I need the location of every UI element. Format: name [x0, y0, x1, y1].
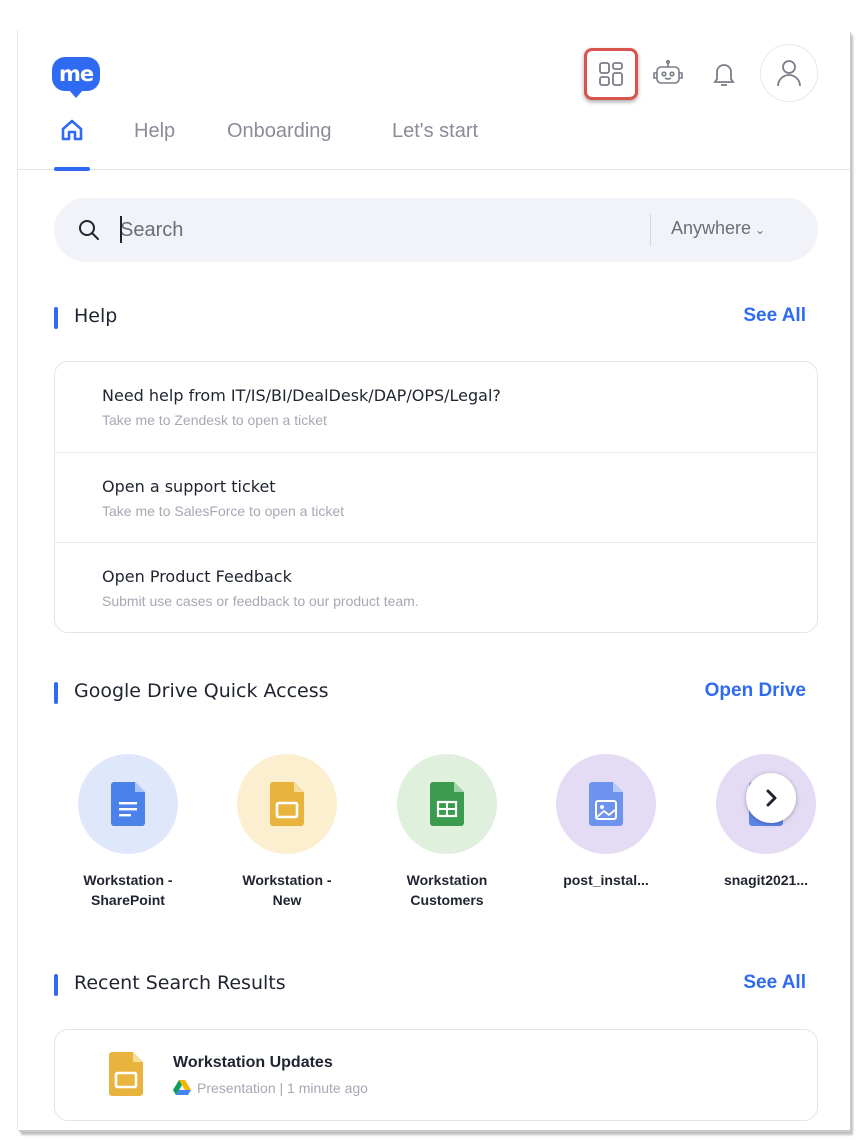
bot-icon [653, 59, 683, 84]
drive-next-button[interactable] [746, 773, 796, 823]
drive-item[interactable]: Workstation - SharePoint [68, 754, 188, 914]
apps-grid-icon [599, 62, 623, 86]
help-item-subtitle: Take me to SalesForce to open a ticket [102, 503, 345, 519]
help-see-all-link[interactable]: See All [743, 305, 806, 327]
slides-icon [109, 1052, 143, 1096]
section-accent-bar [54, 682, 58, 704]
drive-item-name: snagit2021... [723, 872, 809, 888]
recent-see-all-link[interactable]: See All [743, 972, 806, 994]
tab-onboarding[interactable]: Onboarding [227, 120, 332, 143]
help-card: Need help from IT/IS/BI/DealDesk/DAP/OPS… [54, 361, 818, 633]
help-item-product-feedback[interactable]: Open Product Feedback Submit use cases o… [55, 542, 817, 632]
app-panel: me Help Onboarding Let's start Search An… [18, 30, 850, 1130]
drive-item-thumb [237, 754, 337, 854]
help-item-support-ticket[interactable]: Open a support ticket Take me to SalesFo… [55, 452, 817, 542]
section-accent-bar [54, 974, 58, 996]
drive-section-header: Google Drive Quick Access Open Drive [54, 680, 818, 708]
help-section-header: Help See All [54, 305, 818, 333]
bot-button[interactable] [640, 46, 696, 102]
help-item-it-request[interactable]: Need help from IT/IS/BI/DealDesk/DAP/OPS… [55, 362, 817, 452]
recent-result-item[interactable]: Workstation Updates Presentation | 1 min… [54, 1029, 818, 1121]
search-scope-dropdown[interactable]: Anywhere ⌄ [671, 218, 765, 239]
apps-grid-button[interactable] [584, 48, 638, 100]
drive-item[interactable]: Workstation Customers [387, 754, 507, 914]
search-divider [650, 214, 651, 246]
google-drive-icon [173, 1080, 191, 1095]
open-drive-link[interactable]: Open Drive [705, 680, 806, 702]
help-item-subtitle: Take me to Zendesk to open a ticket [102, 412, 327, 428]
notifications-button[interactable] [696, 46, 752, 102]
drive-item[interactable]: post_instal... [546, 754, 666, 914]
tab-bar: Help Onboarding Let's start [18, 114, 850, 171]
help-item-title: Need help from IT/IS/BI/DealDesk/DAP/OPS… [102, 386, 501, 405]
drive-item-name: Workstation - SharePoint [83, 872, 173, 908]
search-scope-label: Anywhere [671, 218, 752, 238]
drive-item-thumb [78, 754, 178, 854]
drive-item-name: post_instal... [563, 872, 649, 888]
help-item-subtitle: Submit use cases or feedback to our prod… [102, 593, 419, 609]
chevron-right-icon [766, 789, 777, 807]
search-input[interactable] [120, 210, 620, 250]
recent-section-header: Recent Search Results See All [54, 972, 818, 1000]
help-item-title: Open a support ticket [102, 477, 276, 496]
bell-icon [713, 64, 735, 86]
tab-home[interactable] [54, 116, 90, 171]
search-bar: Anywhere⌄ [54, 198, 818, 262]
profile-button[interactable] [760, 44, 818, 102]
user-icon [777, 60, 801, 87]
drive-item-thumb [397, 754, 497, 854]
drive-item-name: Workstation - New [242, 872, 332, 908]
me-logo[interactable]: me [52, 57, 100, 98]
google-sheets-icon [430, 782, 464, 826]
recent-result-title: Workstation Updates [173, 1054, 333, 1071]
drive-section-title: Google Drive Quick Access [74, 680, 329, 702]
search-icon [79, 220, 99, 240]
tab-help[interactable]: Help [134, 120, 175, 143]
help-item-title: Open Product Feedback [102, 567, 292, 586]
chevron-down-icon: ⌄ [755, 223, 766, 237]
drive-item-name: Workstation Customers [406, 872, 488, 908]
help-section-title: Help [74, 305, 118, 327]
drive-item-thumb [556, 754, 656, 854]
image-file-icon [589, 782, 623, 826]
tab-lets-start[interactable]: Let's start [392, 120, 478, 143]
recent-result-meta: Presentation | 1 minute ago [173, 1080, 368, 1096]
section-accent-bar [54, 307, 58, 329]
recent-result-meta-text: Presentation | 1 minute ago [197, 1080, 368, 1096]
google-slides-icon [270, 782, 304, 826]
google-docs-icon [111, 782, 145, 826]
recent-section-title: Recent Search Results [74, 972, 286, 994]
drive-item[interactable]: Workstation - New [227, 754, 347, 914]
home-icon [61, 119, 83, 141]
text-caret [120, 216, 122, 243]
